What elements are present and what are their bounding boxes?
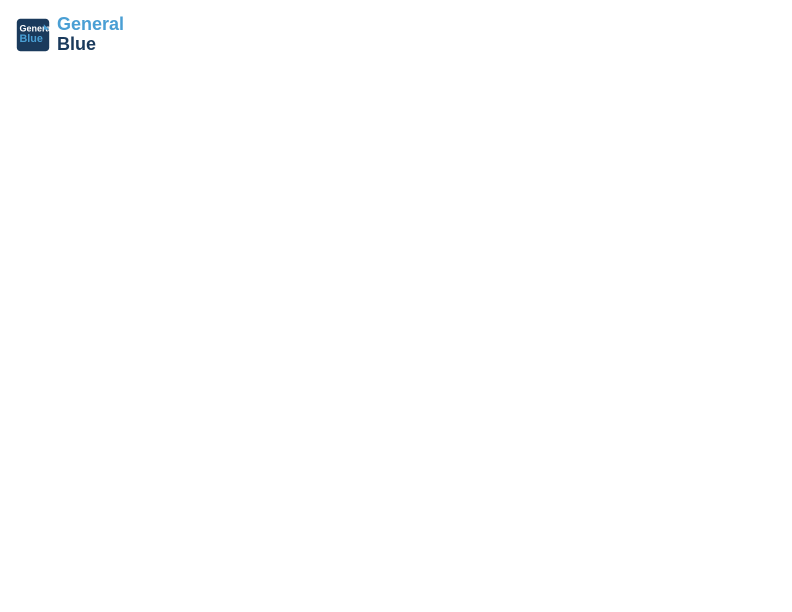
svg-text:Blue: Blue <box>20 33 43 45</box>
logo-text: GeneralBlue <box>57 15 124 55</box>
logo-icon: General Blue <box>15 17 51 53</box>
page-header: General Blue GeneralBlue <box>15 15 777 55</box>
logo: General Blue GeneralBlue <box>15 15 124 55</box>
